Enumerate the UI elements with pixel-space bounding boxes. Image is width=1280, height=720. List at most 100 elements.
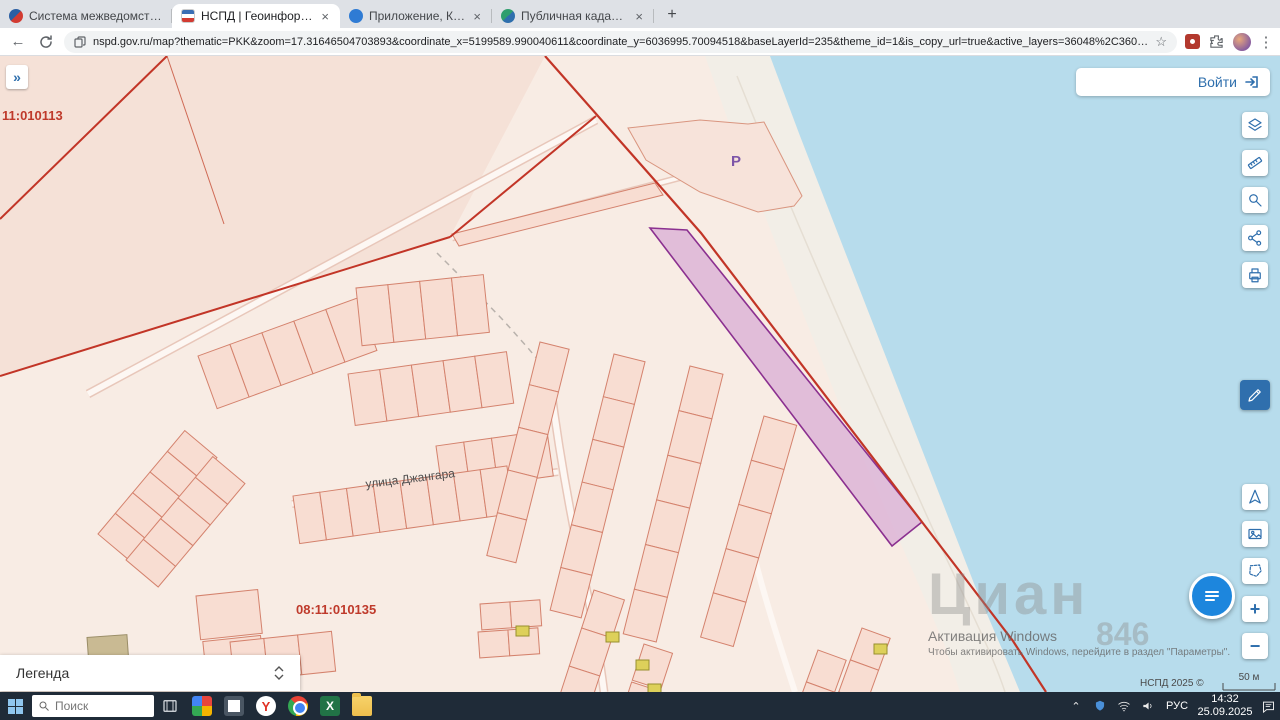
tab-title: Система межведомственного bbox=[29, 9, 163, 23]
search-area-button[interactable] bbox=[1242, 187, 1268, 213]
browser-menu-icon[interactable]: ⋮ bbox=[1259, 32, 1274, 52]
legend-title: Легенда bbox=[16, 665, 70, 681]
share-icon bbox=[1248, 230, 1262, 246]
tab-favicon bbox=[181, 9, 195, 23]
tab-close-icon[interactable]: × bbox=[471, 9, 483, 24]
grid-app-icon bbox=[224, 696, 244, 716]
map-canvas[interactable]: 11:010113 08:11:010135 улица Джангара Р bbox=[0, 56, 1280, 692]
back-icon[interactable]: ← bbox=[8, 32, 28, 52]
tab-smev[interactable]: Система межведомственного bbox=[0, 4, 172, 28]
tray-network[interactable] bbox=[1112, 692, 1136, 720]
tray-expand-icon[interactable]: ⌃ bbox=[1064, 692, 1088, 720]
login-label: Войти bbox=[1197, 74, 1237, 90]
search-icon bbox=[39, 701, 49, 711]
tab-close-icon[interactable]: × bbox=[633, 9, 645, 24]
scale-bar: 50 м bbox=[1222, 672, 1276, 691]
draw-tool-button-active[interactable] bbox=[1240, 380, 1270, 410]
scale-label: 50 м bbox=[1238, 672, 1260, 683]
task-view-button[interactable] bbox=[154, 692, 186, 720]
edit-pen-icon bbox=[1248, 389, 1261, 402]
taskbar-app-chrome[interactable] bbox=[282, 692, 314, 720]
tab-close-icon[interactable]: × bbox=[319, 9, 331, 24]
select-area-button[interactable] bbox=[1242, 558, 1268, 584]
speaker-icon bbox=[1143, 702, 1152, 710]
wifi-icon bbox=[1118, 702, 1130, 712]
shield-icon bbox=[1095, 700, 1105, 711]
sidebar-expand-button[interactable]: » bbox=[6, 65, 28, 89]
taskbar-search[interactable] bbox=[32, 695, 154, 717]
quarter-label-top: 11:010113 bbox=[2, 108, 63, 123]
legend-collapse-icon[interactable] bbox=[272, 663, 286, 683]
login-button[interactable]: Войти bbox=[1076, 68, 1270, 96]
location-arrow-icon bbox=[1249, 489, 1261, 504]
clock-date: 25.09.2025 bbox=[1197, 706, 1253, 718]
tab-nspd-active[interactable]: НСПД | Геоинформационный × bbox=[172, 4, 340, 28]
ruler-icon bbox=[1247, 156, 1263, 170]
url-text[interactable]: nspd.gov.ru/map?thematic=PKK&zoom=17.316… bbox=[93, 36, 1148, 48]
tray-volume[interactable] bbox=[1136, 692, 1160, 720]
lasso-icon bbox=[1249, 564, 1262, 577]
new-tab-button[interactable]: + bbox=[660, 3, 684, 27]
image-icon bbox=[1248, 528, 1262, 540]
system-tray: ⌃ РУС 14:32 25.09.2025 bbox=[1064, 692, 1280, 720]
minus-icon: − bbox=[1249, 636, 1261, 656]
bookmark-star-icon[interactable]: ☆ bbox=[1155, 34, 1167, 50]
map-attribution: НСПД 2025 © bbox=[1140, 678, 1204, 689]
start-button[interactable] bbox=[0, 692, 30, 720]
taskbar-app-photos[interactable] bbox=[186, 692, 218, 720]
browser-urlbar: ← nspd.gov.ru/map?thematic=PKK&zoom=17.3… bbox=[0, 28, 1280, 56]
notification-icon bbox=[1262, 701, 1274, 713]
screenshot-button[interactable] bbox=[1242, 521, 1268, 547]
folder-icon bbox=[352, 693, 372, 716]
legend-panel[interactable]: Легенда bbox=[0, 655, 300, 691]
search-icon bbox=[1249, 194, 1262, 207]
print-icon bbox=[1249, 268, 1261, 283]
tab-favicon bbox=[9, 9, 23, 23]
print-button[interactable] bbox=[1242, 262, 1268, 288]
address-bar[interactable]: nspd.gov.ru/map?thematic=PKK&zoom=17.316… bbox=[64, 30, 1177, 53]
zoom-out-button[interactable]: − bbox=[1242, 633, 1268, 659]
language-indicator[interactable]: РУС bbox=[1160, 692, 1194, 720]
tab-pkk[interactable]: Публичная кадастровая карта × bbox=[492, 4, 654, 28]
taskbar: Y X ⌃ РУС 14:3225.09.2025 bbox=[0, 692, 1280, 720]
tab-title: Приложение, Классификатор bbox=[369, 9, 466, 23]
tray-shield[interactable] bbox=[1088, 692, 1112, 720]
task-view-icon bbox=[163, 700, 177, 712]
quarter-label-bottom: 08:11:010135 bbox=[296, 602, 376, 617]
parking-label: Р bbox=[731, 153, 741, 170]
chat-fab-button[interactable] bbox=[1189, 573, 1235, 619]
login-icon bbox=[1245, 76, 1258, 88]
taskbar-app-folder[interactable] bbox=[346, 692, 378, 720]
taskbar-app-grid[interactable] bbox=[218, 692, 250, 720]
clock-time: 14:32 bbox=[1211, 693, 1239, 706]
taskbar-app-excel[interactable]: X bbox=[314, 692, 346, 720]
measure-button[interactable] bbox=[1242, 150, 1268, 176]
tab-title: Публичная кадастровая карта bbox=[521, 9, 627, 23]
share-button[interactable] bbox=[1242, 225, 1268, 251]
extension-icon[interactable] bbox=[1185, 34, 1200, 49]
taskbar-app-yandex[interactable]: Y bbox=[250, 692, 282, 720]
zoom-in-button[interactable]: + bbox=[1242, 596, 1268, 622]
tab-favicon bbox=[501, 9, 515, 23]
map-container: 11:010113 08:11:010135 улица Джангара Р … bbox=[0, 56, 1280, 692]
tab-title: НСПД | Геоинформационный bbox=[201, 9, 313, 23]
tab-favicon bbox=[349, 9, 363, 23]
chrome-icon bbox=[288, 696, 308, 716]
site-info-icon[interactable] bbox=[74, 35, 86, 48]
layers-button[interactable] bbox=[1242, 112, 1268, 138]
profile-avatar[interactable] bbox=[1233, 32, 1251, 51]
locate-button[interactable] bbox=[1242, 484, 1268, 510]
windows-logo-icon bbox=[7, 698, 23, 714]
photos-app-icon bbox=[192, 696, 212, 716]
refresh-icon[interactable] bbox=[36, 32, 56, 52]
urlbar-actions: ⋮ bbox=[1185, 32, 1274, 52]
extensions-puzzle-icon[interactable] bbox=[1209, 34, 1224, 49]
tab-classifier[interactable]: Приложение, Классификатор × bbox=[340, 4, 492, 28]
chat-lines-icon bbox=[1205, 591, 1219, 601]
taskbar-clock[interactable]: 14:32 25.09.2025 bbox=[1194, 692, 1256, 720]
yandex-browser-icon: Y bbox=[256, 696, 276, 716]
taskbar-search-input[interactable] bbox=[55, 699, 135, 713]
excel-icon: X bbox=[320, 696, 340, 716]
screen: Система межведомственного НСПД | Геоинфо… bbox=[0, 0, 1280, 720]
action-center-button[interactable] bbox=[1256, 692, 1280, 720]
